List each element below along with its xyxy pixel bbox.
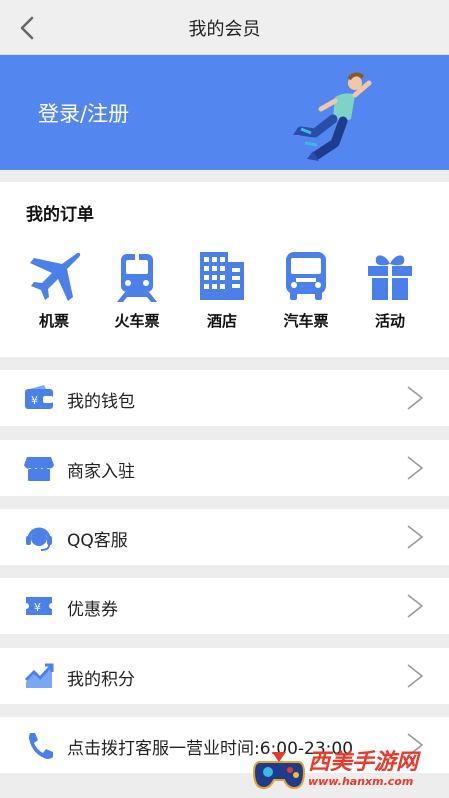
- menu-row-points[interactable]: 我的积分: [0, 648, 449, 704]
- site-watermark: 西美手游网 www.hanxm.com: [252, 738, 449, 798]
- gamepad-logo-icon: [252, 752, 306, 790]
- svg-text:¥: ¥: [31, 394, 38, 407]
- order-activity-label: 活动: [374, 312, 405, 330]
- chevron-right-icon: [407, 594, 424, 618]
- order-flight-button[interactable]: 机票: [18, 248, 90, 331]
- chart-icon: [24, 663, 54, 688]
- my-orders-panel: 我的订单 机票 火车票 酒店 汽车票 活动: [0, 182, 449, 357]
- phone-icon: [29, 733, 53, 759]
- orders-title: 我的订单: [26, 205, 94, 225]
- login-register-link[interactable]: 登录/注册: [38, 98, 129, 128]
- wallet-icon: ¥: [25, 385, 53, 409]
- bus-icon: [286, 252, 326, 300]
- watermark-url: www.hanxm.com: [308, 775, 414, 788]
- chevron-right-icon: [407, 525, 424, 549]
- menu-row-merchant[interactable]: 商家入驻: [0, 440, 449, 496]
- chevron-right-icon: [407, 456, 424, 480]
- order-train-button[interactable]: 火车票: [101, 248, 173, 331]
- menu-label-points: 我的积分: [67, 670, 135, 690]
- order-flight-label: 机票: [38, 312, 69, 330]
- train-icon: [117, 254, 157, 302]
- order-hotel-button[interactable]: 酒店: [186, 248, 258, 331]
- airplane-icon: [30, 252, 81, 301]
- watermark-title: 西美手游网: [308, 750, 419, 775]
- hotel-icon: [200, 252, 244, 300]
- menu-row-qq-service[interactable]: QQ客服: [0, 509, 449, 565]
- menu-label-merchant: 商家入驻: [67, 462, 135, 482]
- menu-label-wallet: 我的钱包: [67, 392, 135, 412]
- runner-illustration-icon: [293, 72, 372, 161]
- svg-text:¥: ¥: [34, 601, 41, 614]
- page-title: 我的会员: [188, 19, 261, 40]
- shop-icon: [24, 457, 54, 481]
- chevron-right-icon: [407, 664, 424, 688]
- chevron-right-icon: [407, 386, 424, 410]
- menu-label-coupon: 优惠券: [67, 600, 118, 620]
- coupon-icon: ¥: [26, 597, 52, 615]
- order-bus-button[interactable]: 汽车票: [270, 248, 342, 331]
- order-train-label: 火车票: [114, 312, 160, 330]
- gift-icon: [368, 255, 412, 300]
- member-banner: 登录/注册: [0, 55, 449, 170]
- top-nav-bar: 我的会员: [0, 0, 449, 55]
- headset-icon: [26, 527, 52, 551]
- menu-label-qq-service: QQ客服: [67, 531, 128, 551]
- order-bus-label: 汽车票: [283, 312, 329, 330]
- order-hotel-label: 酒店: [206, 312, 237, 330]
- menu-row-wallet[interactable]: ¥ 我的钱包: [0, 370, 449, 426]
- menu-row-coupon[interactable]: ¥ 优惠券: [0, 578, 449, 634]
- order-activity-button[interactable]: 活动: [354, 248, 426, 331]
